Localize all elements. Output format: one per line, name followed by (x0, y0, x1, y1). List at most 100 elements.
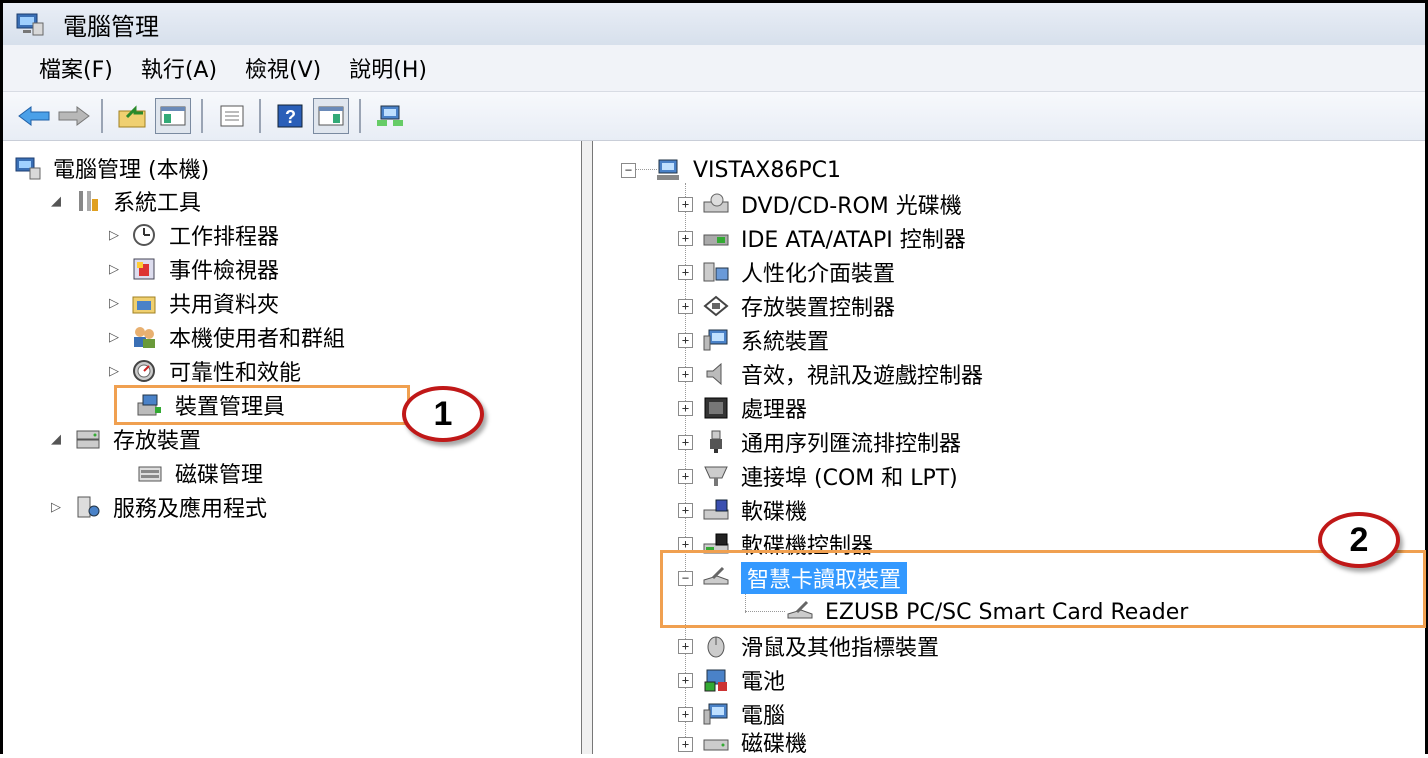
menu-bar: 檔案(F) 執行(A) 檢視(V) 說明(H) (3, 45, 1425, 92)
tree-label: 電腦管理 (本機) (53, 158, 210, 183)
help-icon[interactable]: ? (273, 99, 307, 133)
computer-icon (703, 702, 729, 726)
tree-label: VISTAX86PC1 (693, 157, 841, 183)
tree-item-task-scheduler[interactable]: ▷ 工作排程器 (103, 220, 279, 250)
tree-label: IDE ATA/ATAPI 控制器 (741, 228, 966, 253)
users-icon (131, 325, 157, 349)
collapsed-arrow-icon[interactable]: ▷ (103, 364, 125, 379)
tree-label: 共用資料夾 (169, 293, 280, 318)
disk-drive-icon (703, 730, 729, 754)
tree-item-reliability-performance[interactable]: ▷ 可靠性和效能 (103, 356, 301, 386)
tree-item-mice[interactable]: 滑鼠及其他指標裝置 (703, 631, 939, 661)
tools-icon (75, 189, 101, 213)
computer-network-icon[interactable] (373, 99, 407, 133)
computer-icon (655, 158, 681, 182)
menu-view[interactable]: 檢視(V) (231, 52, 335, 84)
show-hide-tree-icon[interactable] (155, 98, 191, 134)
hid-icon (703, 260, 729, 284)
expand-toggle[interactable]: + (678, 265, 693, 280)
processor-icon (703, 396, 729, 420)
expand-toggle[interactable]: + (678, 367, 693, 382)
expand-toggle[interactable]: + (678, 333, 693, 348)
tree-label: 服務及應用程式 (113, 497, 268, 522)
tree-item-disk-drives[interactable]: 磁碟機 (703, 727, 807, 757)
tree-item-system-tools[interactable]: ◢ 系統工具 (45, 186, 201, 216)
properties-icon[interactable] (215, 99, 249, 133)
callout-badge-2: 2 (1318, 512, 1400, 568)
collapsed-arrow-icon[interactable]: ▷ (103, 296, 125, 311)
tree-label: 人性化介面裝置 (741, 262, 896, 287)
tree-item-hid[interactable]: 人性化介面裝置 (703, 257, 895, 287)
collapsed-arrow-icon[interactable]: ▷ (103, 228, 125, 243)
back-icon[interactable] (17, 99, 51, 133)
tree-item-sound-video-game[interactable]: 音效，視訊及遊戲控制器 (703, 359, 983, 389)
tree-item-batteries[interactable]: 電池 (703, 665, 785, 695)
expand-toggle[interactable]: + (678, 469, 693, 484)
tree-label: 軟碟機 (741, 500, 808, 525)
tree-label: 磁碟機 (741, 732, 808, 757)
tree-label: 連接埠 (COM 和 LPT) (741, 466, 958, 491)
expand-toggle[interactable]: + (678, 737, 693, 752)
tree-item-dvd-cdrom[interactable]: DVD/CD-ROM 光碟機 (703, 189, 962, 219)
window-title: 電腦管理 (63, 12, 159, 41)
expand-toggle[interactable]: + (678, 401, 693, 416)
tree-item-system-devices[interactable]: 系統裝置 (703, 325, 829, 355)
system-devices-icon (703, 328, 729, 352)
tree-label: 存放裝置 (113, 429, 202, 454)
tree-label: 電池 (741, 670, 786, 695)
pane-splitter[interactable] (582, 141, 593, 754)
tree-label: 磁碟管理 (175, 463, 264, 488)
collapsed-arrow-icon[interactable]: ▷ (45, 500, 67, 515)
menu-file[interactable]: 檔案(F) (25, 52, 127, 84)
tree-item-services-applications[interactable]: ▷ 服務及應用程式 (45, 492, 267, 522)
tree-item-storage-controllers[interactable]: 存放裝置控制器 (703, 291, 895, 321)
collapsed-arrow-icon[interactable]: ▷ (103, 330, 125, 345)
menu-help[interactable]: 說明(H) (335, 52, 441, 84)
forward-icon[interactable] (57, 99, 91, 133)
speaker-icon (703, 362, 729, 386)
up-folder-icon[interactable] (115, 99, 149, 133)
tree-item-disk-management[interactable]: 磁碟管理 (137, 458, 263, 488)
expand-toggle[interactable]: + (678, 231, 693, 246)
tree-item-local-users-groups[interactable]: ▷ 本機使用者和群組 (103, 322, 345, 352)
expand-toggle[interactable]: + (678, 673, 693, 688)
expand-toggle[interactable]: + (678, 707, 693, 722)
expand-toggle[interactable]: + (678, 435, 693, 450)
tree-item-vistax86pc1[interactable]: VISTAX86PC1 (655, 155, 841, 185)
clock-icon (131, 223, 157, 247)
tree-item-computer-management-local[interactable]: 電腦管理 (本機) (15, 153, 209, 183)
tree-label: 可靠性和效能 (169, 361, 302, 386)
menu-action[interactable]: 執行(A) (127, 52, 231, 84)
tree-item-computer[interactable]: 電腦 (703, 699, 785, 729)
expanded-arrow-icon[interactable]: ◢ (45, 432, 67, 447)
show-action-pane-icon[interactable] (313, 98, 349, 134)
shared-folder-icon (131, 291, 157, 315)
toolbar-separator (201, 99, 203, 133)
tree-item-storage[interactable]: ◢ 存放裝置 (45, 424, 201, 454)
title-bar: 電腦管理 (3, 3, 1425, 45)
collapse-toggle[interactable]: − (621, 163, 636, 178)
toolbar-separator (101, 99, 103, 133)
expand-toggle[interactable]: + (678, 197, 693, 212)
tree-item-ide-ata-atapi[interactable]: IDE ATA/ATAPI 控制器 (703, 223, 966, 253)
tree-item-shared-folders[interactable]: ▷ 共用資料夾 (103, 288, 279, 318)
battery-icon (703, 668, 729, 692)
tree-item-ports[interactable]: 連接埠 (COM 和 LPT) (703, 461, 958, 491)
collapsed-arrow-icon[interactable]: ▷ (103, 262, 125, 277)
expanded-arrow-icon[interactable]: ◢ (45, 194, 67, 209)
tree-label: 系統裝置 (741, 330, 830, 355)
highlight-box-device-manager (114, 385, 410, 425)
expand-toggle[interactable]: + (678, 639, 693, 654)
tree-label: DVD/CD-ROM 光碟機 (741, 194, 962, 219)
tree-item-event-viewer[interactable]: ▷ 事件檢視器 (103, 254, 279, 284)
tree-item-usb-controllers[interactable]: 通用序列匯流排控制器 (703, 427, 961, 457)
tree-label: 滑鼠及其他指標裝置 (741, 636, 940, 661)
tree-label: 通用序列匯流排控制器 (741, 432, 962, 457)
expand-toggle[interactable]: + (678, 503, 693, 518)
expand-toggle[interactable]: + (678, 299, 693, 314)
toolbar: ? (3, 92, 1425, 141)
tree-item-floppy-drives[interactable]: 軟碟機 (703, 495, 807, 525)
tree-item-processors[interactable]: 處理器 (703, 393, 807, 423)
performance-gauge-icon (131, 359, 157, 383)
tree-label: 工作排程器 (169, 225, 280, 250)
